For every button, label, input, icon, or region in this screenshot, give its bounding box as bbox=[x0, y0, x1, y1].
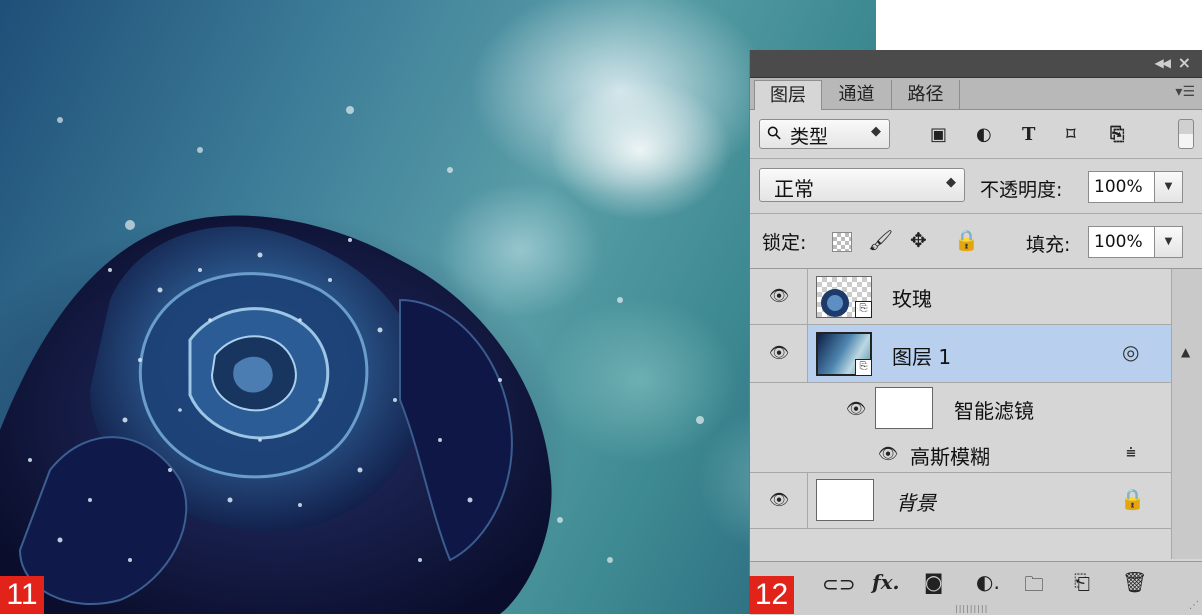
smart-object-badge-icon: ⎘ bbox=[855, 301, 872, 318]
add-mask-icon[interactable]: ◙ bbox=[924, 570, 943, 594]
filter-effect-name[interactable]: 高斯模糊 bbox=[910, 441, 990, 470]
select-arrows-icon: ◆ bbox=[946, 175, 956, 190]
panel-bottom-bar: ⊂⊃ fx. ◙ ◐. 🗀 ⎗ 🗑 ||||||||| ⋰ bbox=[750, 561, 1202, 615]
pixel-layer-filter-icon[interactable]: ▣ bbox=[930, 124, 947, 145]
tab-layers[interactable]: 图层 bbox=[754, 80, 822, 110]
smart-object-filter-icon[interactable]: ⎘ bbox=[1110, 124, 1124, 145]
eye-icon[interactable]: 👁 bbox=[767, 492, 791, 508]
layer-name[interactable]: 玫瑰 bbox=[892, 283, 932, 312]
smart-filter-indicator-icon[interactable]: ◎ bbox=[1122, 340, 1139, 364]
search-icon: ⚲ bbox=[762, 121, 787, 146]
smart-filters-row[interactable]: 👁 智能滤镜 bbox=[750, 383, 1171, 435]
layer-row-rose[interactable]: 👁 ⎘ 玫瑰 bbox=[750, 269, 1171, 325]
panel-menu-icon[interactable]: ▾☰ bbox=[1175, 84, 1195, 100]
shape-layer-filter-icon[interactable]: ⌑ bbox=[1066, 124, 1076, 145]
resize-corner-icon[interactable]: ⋰ bbox=[1189, 600, 1199, 611]
filter-type-select[interactable]: ⚲ 类型 ◆ bbox=[759, 119, 890, 149]
eye-icon[interactable]: 👁 bbox=[767, 288, 791, 304]
new-adjustment-layer-icon[interactable]: ◐. bbox=[976, 570, 1000, 594]
figure-label-11: 11 bbox=[0, 576, 44, 614]
blend-mode-value: 正常 bbox=[774, 177, 814, 201]
lock-icon: 🔒 bbox=[1120, 487, 1145, 511]
smart-object-badge-icon: ⎘ bbox=[855, 359, 872, 376]
select-arrows-icon: ◆ bbox=[871, 124, 881, 139]
panel-resize-grip-icon[interactable]: ||||||||| bbox=[955, 604, 988, 613]
lock-image-pixels-brush-icon[interactable]: 🖌 bbox=[868, 228, 893, 252]
layers-panel: ◀◀ × 图层 通道 路径 ▾☰ ⚲ 类型 ◆ ▣ ◐ T ⌑ ⎘ 正常 ◆ 不… bbox=[749, 50, 1202, 615]
blend-row: 正常 ◆ 不透明度: 100% ▼ bbox=[750, 159, 1202, 214]
fill-dropdown-button[interactable]: ▼ bbox=[1155, 226, 1183, 258]
link-layers-icon[interactable]: ⊂⊃ bbox=[822, 572, 856, 596]
blend-mode-select[interactable]: 正常 ◆ bbox=[759, 168, 965, 202]
lock-row: 锁定: 🖌 ✥ 🔒 填充: 100% ▼ bbox=[750, 214, 1202, 269]
panel-tabbar: 图层 通道 路径 ▾☰ bbox=[750, 78, 1202, 110]
layer-name[interactable]: 图层 1 bbox=[892, 341, 951, 370]
eye-icon[interactable]: 👁 bbox=[844, 401, 868, 417]
close-icon[interactable]: × bbox=[1178, 53, 1191, 72]
collapse-panel-icon[interactable]: ◀◀ bbox=[1155, 56, 1172, 70]
panel-titlebar: ◀◀ × bbox=[750, 50, 1202, 78]
rose-illustration bbox=[0, 106, 704, 614]
new-group-folder-icon[interactable]: 🗀 bbox=[1024, 570, 1044, 604]
opacity-dropdown-button[interactable]: ▼ bbox=[1155, 171, 1183, 203]
opacity-input[interactable]: 100% bbox=[1088, 171, 1155, 203]
delete-layer-trash-icon[interactable]: 🗑 bbox=[1122, 570, 1147, 594]
layer-list: 👁 ⎘ 玫瑰 👁 ⎘ 图层 1 ◎ 👁 智能滤镜 👁 高斯模糊 ⩧ 👁 背景 🔒… bbox=[750, 269, 1202, 559]
new-layer-icon[interactable]: ⎗ bbox=[1074, 570, 1090, 594]
layer-name[interactable]: 背景 bbox=[896, 487, 936, 516]
fill-input[interactable]: 100% bbox=[1088, 226, 1155, 258]
lock-label: 锁定: bbox=[762, 232, 807, 254]
filter-blending-options-icon[interactable]: ⩧ bbox=[1126, 443, 1136, 463]
lock-transparent-pixels-icon[interactable] bbox=[832, 232, 852, 252]
layer-thumbnail: ⎘ bbox=[816, 276, 872, 318]
fx-layer-style-icon[interactable]: fx. bbox=[872, 570, 900, 594]
layer-row-layer-1[interactable]: 👁 ⎘ 图层 1 ◎ bbox=[750, 325, 1171, 383]
lock-position-move-icon[interactable]: ✥ bbox=[910, 228, 927, 252]
filter-row: ⚲ 类型 ◆ ▣ ◐ T ⌑ ⎘ bbox=[750, 110, 1202, 159]
type-layer-filter-icon[interactable]: T bbox=[1022, 124, 1035, 145]
adjustment-layer-filter-icon[interactable]: ◐ bbox=[976, 124, 992, 145]
eye-icon[interactable]: 👁 bbox=[876, 446, 900, 462]
layer-thumbnail bbox=[816, 479, 874, 521]
visibility-cell[interactable]: 👁 bbox=[750, 325, 808, 382]
opacity-label: 不透明度: bbox=[980, 179, 1063, 201]
smart-filter-mask-thumbnail bbox=[875, 387, 933, 429]
visibility-cell[interactable]: 👁 bbox=[750, 269, 808, 324]
visibility-cell[interactable]: 👁 bbox=[750, 473, 808, 528]
gaussian-blur-row[interactable]: 👁 高斯模糊 ⩧ bbox=[750, 435, 1171, 473]
filter-type-label: 类型 bbox=[790, 126, 829, 148]
smart-filters-label: 智能滤镜 bbox=[954, 399, 1034, 423]
eye-icon[interactable]: 👁 bbox=[767, 345, 791, 361]
layer-thumbnail: ⎘ bbox=[816, 332, 872, 376]
layer-row-background[interactable]: 👁 背景 🔒 bbox=[750, 473, 1171, 529]
figure-label-12: 12 bbox=[749, 576, 794, 614]
layer-list-scrollbar[interactable]: ▲ bbox=[1171, 269, 1202, 559]
rose-photo: 11 bbox=[0, 0, 876, 614]
tab-paths[interactable]: 路径 bbox=[892, 80, 960, 109]
scroll-up-icon[interactable]: ▲ bbox=[1181, 345, 1190, 359]
filter-toggle-switch[interactable] bbox=[1178, 119, 1194, 149]
tab-channels[interactable]: 通道 bbox=[822, 80, 892, 109]
lock-all-icon[interactable]: 🔒 bbox=[954, 228, 979, 252]
fill-label: 填充: bbox=[1026, 234, 1071, 256]
